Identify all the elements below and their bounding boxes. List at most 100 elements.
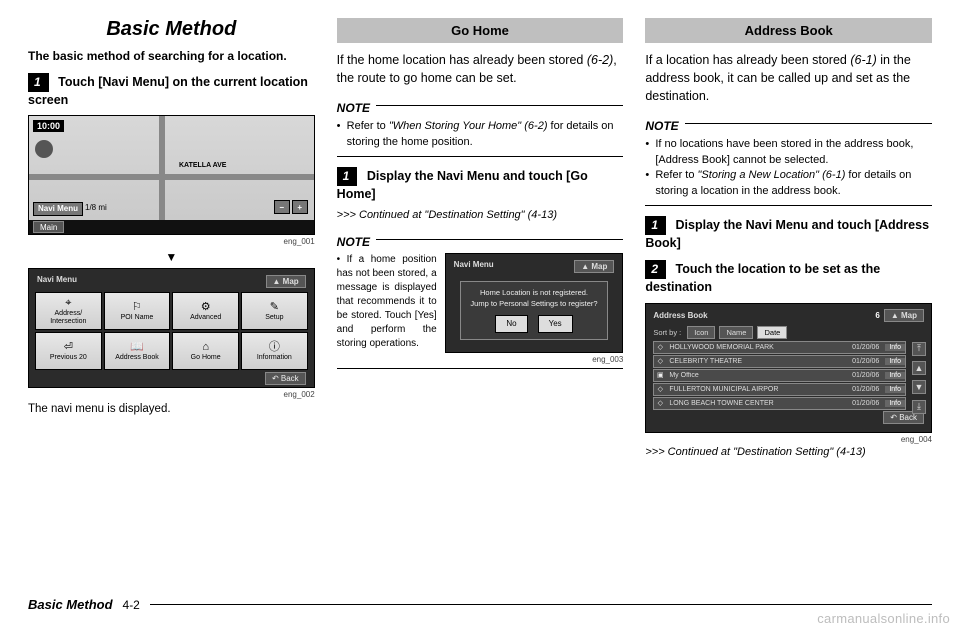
location-icon: ◇ bbox=[654, 385, 666, 393]
note-end-rule-3 bbox=[645, 205, 932, 206]
menu-address-intersection[interactable]: ⌖Address/ Intersection bbox=[35, 292, 102, 330]
map-road-label: KATELLA AVE bbox=[179, 162, 226, 169]
sort-by-date[interactable]: Date bbox=[757, 326, 787, 339]
sort-by-icon[interactable]: Icon bbox=[687, 326, 715, 339]
menu-grid: ⌖Address/ Intersection ⚐POI Name ⚙Advanc… bbox=[33, 290, 310, 372]
down-arrow-icon: ▼ bbox=[28, 250, 315, 264]
step-1-number: 1 bbox=[28, 73, 49, 92]
step-1: 1 Touch [Navi Menu] on the current locat… bbox=[28, 73, 315, 109]
zoom-in-button[interactable]: + bbox=[292, 200, 308, 214]
screenshot-address-book: Address Book 6 ▲ Map Sort by : Icon Name… bbox=[645, 303, 932, 433]
info-button[interactable]: Info bbox=[885, 386, 905, 393]
scroll-up-button[interactable]: ▲ bbox=[912, 361, 926, 375]
zoom-out-button[interactable]: − bbox=[274, 200, 290, 214]
note-end-rule-2 bbox=[337, 368, 624, 369]
list-item[interactable]: ◇LONG BEACH TOWNE CENTER01/20/06Info bbox=[653, 397, 906, 410]
sort-label: Sort by : bbox=[653, 328, 681, 337]
note-list-3: If no locations have been stored in the … bbox=[645, 137, 932, 199]
dialog-yes-button[interactable]: Yes bbox=[538, 315, 573, 332]
step-number: 2 bbox=[645, 260, 666, 279]
menu-title: Navi Menu bbox=[37, 275, 77, 288]
dialog-message: Home Location is not registered. Jump to… bbox=[460, 281, 609, 339]
poi-icon: ⚐ bbox=[132, 301, 142, 313]
note-heading: NOTE bbox=[337, 101, 370, 115]
menu-poi-name[interactable]: ⚐POI Name bbox=[104, 292, 171, 330]
location-icon: ▣ bbox=[654, 371, 666, 379]
sort-by-name[interactable]: Name bbox=[719, 326, 753, 339]
sort-bar: Sort by : Icon Name Date bbox=[649, 324, 928, 341]
footer-rule bbox=[150, 604, 932, 606]
note-heading-2: NOTE bbox=[337, 235, 370, 249]
info-button[interactable]: Info bbox=[885, 400, 905, 407]
home-icon: ⌂ bbox=[202, 341, 209, 353]
column-basic-method: Basic Method The basic method of searchi… bbox=[28, 18, 315, 466]
map-button[interactable]: ▲ Map bbox=[266, 275, 306, 288]
location-icon: ◇ bbox=[654, 343, 666, 351]
info-icon: ⓘ bbox=[269, 341, 280, 353]
menu-address-book[interactable]: 📖Address Book bbox=[104, 332, 171, 370]
back-button[interactable]: ↶ Back bbox=[265, 372, 306, 385]
address-book-step-1: 1 Display the Navi Menu and touch [Addre… bbox=[645, 216, 932, 252]
step-text: Display the Navi Menu and touch [Address… bbox=[645, 218, 929, 250]
column-go-home: Go Home If the home location has already… bbox=[337, 18, 624, 466]
step-text: Touch the location to be set as the dest… bbox=[645, 262, 880, 294]
go-home-step-1: 1 Display the Navi Menu and touch [Go Ho… bbox=[337, 167, 624, 203]
list-item[interactable]: ▣My Office01/20/06Info bbox=[653, 369, 906, 382]
go-home-body: If the home location has already been st… bbox=[337, 51, 624, 87]
main-button[interactable]: Main bbox=[33, 221, 64, 233]
step-text: Display the Navi Menu and touch [Go Home… bbox=[337, 169, 588, 201]
scroll-controls: ⤒ ▲ ▼ ⤓ bbox=[912, 342, 926, 414]
footer-page: 4-2 bbox=[123, 598, 140, 612]
map-scale: 1/8 mi bbox=[85, 203, 107, 212]
dialog-map-button[interactable]: ▲ Map bbox=[574, 260, 614, 273]
continued-ref: >>> Continued at "Destination Setting" (… bbox=[337, 209, 624, 221]
scroll-bottom-button[interactable]: ⤓ bbox=[912, 400, 926, 414]
page-title: Basic Method bbox=[28, 18, 315, 41]
step-number: 1 bbox=[337, 167, 358, 186]
list-item[interactable]: ◇CELEBRITY THEATRE01/20/06Info bbox=[653, 355, 906, 368]
menu-advanced[interactable]: ⚙Advanced bbox=[172, 292, 239, 330]
watermark: carmanualsonline.info bbox=[817, 611, 950, 626]
list-item[interactable]: ◇FULLERTON MUNICIPAL AIRPOR01/20/06Info bbox=[653, 383, 906, 396]
image-id-1: eng_001 bbox=[28, 237, 315, 246]
menu-previous-20[interactable]: ⏎Previous 20 bbox=[35, 332, 102, 370]
note-end-rule bbox=[337, 156, 624, 157]
footer-section: Basic Method bbox=[28, 597, 113, 612]
book-map-button[interactable]: ▲ Map bbox=[884, 309, 924, 322]
page-footer: Basic Method 4-2 bbox=[28, 597, 932, 612]
advanced-icon: ⚙ bbox=[201, 301, 211, 313]
info-button[interactable]: Info bbox=[885, 358, 905, 365]
screenshot-navi-menu: Navi Menu ▲ Map ⌖Address/ Intersection ⚐… bbox=[28, 268, 315, 388]
screenshot-map: 10:00 KATELLA AVE Navi Menu 1/8 mi − + M… bbox=[28, 115, 315, 235]
note-rule-line-3 bbox=[685, 123, 932, 124]
image-id-4: eng_004 bbox=[645, 435, 932, 444]
compass-icon bbox=[35, 140, 53, 158]
map-road-horizontal bbox=[29, 174, 314, 180]
continued-ref-2: >>> Continued at "Destination Setting" (… bbox=[645, 446, 932, 458]
previous-icon: ⏎ bbox=[64, 341, 73, 353]
setup-icon: ✎ bbox=[270, 301, 279, 313]
dialog-no-button[interactable]: No bbox=[495, 315, 527, 332]
menu-setup[interactable]: ✎Setup bbox=[241, 292, 308, 330]
menu-information[interactable]: ⓘInformation bbox=[241, 332, 308, 370]
step-1-text: Touch [Navi Menu] on the current locatio… bbox=[28, 75, 308, 107]
menu-go-home[interactable]: ⌂Go Home bbox=[172, 332, 239, 370]
note-rule-line bbox=[376, 105, 623, 106]
scroll-top-button[interactable]: ⤒ bbox=[912, 342, 926, 356]
address-rows: ◇HOLLYWOOD MEMORIAL PARK01/20/06Info ◇CE… bbox=[649, 341, 928, 410]
scroll-down-button[interactable]: ▼ bbox=[912, 380, 926, 394]
note-rule-line-2 bbox=[376, 239, 623, 240]
map-footer: Main bbox=[29, 220, 314, 234]
info-button[interactable]: Info bbox=[885, 344, 905, 351]
book-page-count: 6 bbox=[875, 311, 879, 320]
location-icon: ◇ bbox=[654, 399, 666, 407]
image-id-3: eng_003 bbox=[445, 355, 624, 364]
list-item[interactable]: ◇HOLLYWOOD MEMORIAL PARK01/20/06Info bbox=[653, 341, 906, 354]
info-button[interactable]: Info bbox=[885, 372, 905, 379]
image-id-2: eng_002 bbox=[28, 390, 315, 399]
map-clock: 10:00 bbox=[33, 120, 64, 132]
address-book-step-2: 2 Touch the location to be set as the de… bbox=[645, 260, 932, 296]
column-address-book: Address Book If a location has already b… bbox=[645, 18, 932, 466]
navi-menu-button[interactable]: Navi Menu bbox=[33, 202, 83, 217]
note-item: Refer to "When Storing Your Home" (6-2) … bbox=[337, 119, 624, 150]
